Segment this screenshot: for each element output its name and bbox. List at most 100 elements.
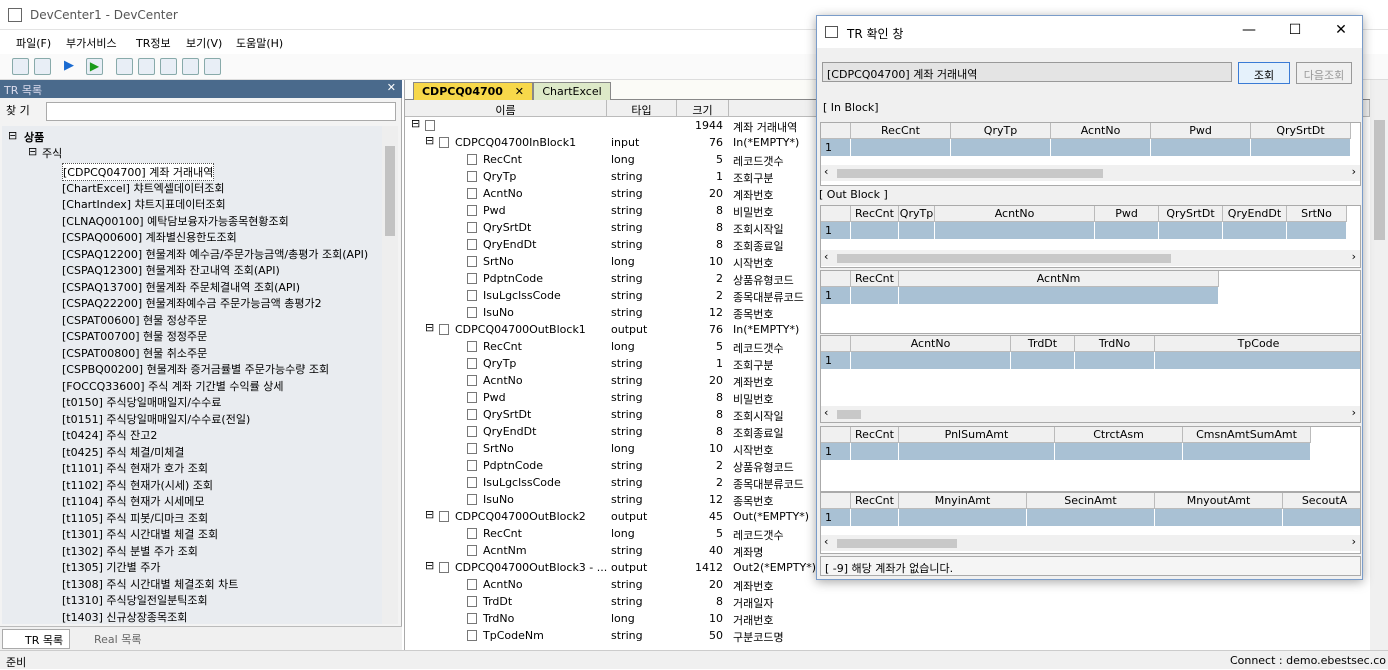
- grid-column-header[interactable]: TrdDt: [1011, 336, 1075, 352]
- grid-cell[interactable]: [1051, 139, 1151, 156]
- grid-column-header[interactable]: RecCnt: [851, 206, 899, 222]
- grid-cell[interactable]: [1223, 222, 1287, 239]
- grid-cell[interactable]: [851, 509, 899, 526]
- menu-trinfo[interactable]: TR정보: [136, 35, 171, 51]
- grid-cell[interactable]: [1283, 509, 1360, 526]
- grid-cell[interactable]: [1075, 352, 1155, 369]
- grid-column-header[interactable]: MnyoutAmt: [1155, 493, 1283, 509]
- query-button[interactable]: 조회: [1238, 62, 1290, 84]
- grid-cell[interactable]: [951, 139, 1051, 156]
- grid-cell[interactable]: [851, 352, 1011, 369]
- grid-column-header[interactable]: CmsnAmtSumAmt: [1183, 427, 1311, 443]
- grid-cell[interactable]: [1251, 139, 1351, 156]
- grid-cell[interactable]: [1155, 509, 1283, 526]
- expand-icon[interactable]: ⊟: [425, 559, 434, 572]
- grid-cell[interactable]: [1011, 352, 1075, 369]
- grid-cell[interactable]: [899, 222, 935, 239]
- maximize-icon[interactable]: ☐: [1283, 22, 1307, 42]
- tab-cdpcq04700[interactable]: CDPCQ04700 ✕: [413, 82, 533, 100]
- expand-icon[interactable]: ⊟: [425, 321, 434, 334]
- grid-column-header[interactable]: TpCode: [1155, 336, 1360, 352]
- col-type[interactable]: 타입: [607, 100, 677, 117]
- grid-column-header[interactable]: QryTp: [951, 123, 1051, 139]
- run-icon[interactable]: ▶: [86, 58, 103, 75]
- pane-close-icon[interactable]: ✕: [387, 81, 396, 94]
- expand-icon[interactable]: ⊟: [425, 508, 434, 521]
- grid-cell[interactable]: [1151, 139, 1251, 156]
- grid-cell[interactable]: [1027, 509, 1155, 526]
- grid-column-header[interactable]: RecCnt: [851, 427, 899, 443]
- col-size[interactable]: 크기: [677, 100, 729, 117]
- menu-addon[interactable]: 부가서비스: [66, 35, 117, 51]
- grid-column-header[interactable]: CtrctAsm: [1055, 427, 1183, 443]
- grid-column-header[interactable]: AcntNo: [1051, 123, 1151, 139]
- save-icon[interactable]: [34, 58, 51, 75]
- grid-cell[interactable]: [1159, 222, 1223, 239]
- grid-cell[interactable]: [1055, 443, 1183, 460]
- menu-help[interactable]: 도움말(H): [236, 35, 283, 51]
- export-icon[interactable]: [204, 58, 221, 75]
- grid-column-header[interactable]: AcntNo: [851, 336, 1011, 352]
- c-icon[interactable]: [116, 58, 133, 75]
- grid-column-header[interactable]: SecoutA: [1283, 493, 1360, 509]
- grid-column-header[interactable]: SecinAmt: [1027, 493, 1155, 509]
- play-icon[interactable]: ▶: [64, 58, 81, 75]
- cell-name: CDPCQ04700OutBlock3 - ...: [455, 561, 608, 574]
- r-icon[interactable]: [160, 58, 177, 75]
- expand-icon[interactable]: ⊟: [425, 134, 434, 147]
- paste-icon[interactable]: [182, 58, 199, 75]
- open-icon[interactable]: [12, 58, 29, 75]
- find-input[interactable]: [46, 102, 396, 121]
- tree-scrollbar[interactable]: [382, 126, 398, 624]
- grid-cell[interactable]: [1287, 222, 1347, 239]
- tab-tr-list[interactable]: TR 목록: [2, 629, 71, 649]
- grid-column-header[interactable]: RecCnt: [851, 123, 951, 139]
- grid-column-header[interactable]: QrySrtDt: [1159, 206, 1223, 222]
- table-row[interactable]: TpCodeNm string 50 구분코드명: [405, 627, 1370, 644]
- grid-column-header[interactable]: SrtNo: [1287, 206, 1347, 222]
- grid-cell[interactable]: [851, 139, 951, 156]
- menu-view[interactable]: 보기(V): [186, 35, 222, 51]
- close-icon[interactable]: ✕: [1329, 22, 1353, 42]
- table-row[interactable]: TrdDt string 8 거래일자: [405, 593, 1370, 610]
- grid-column-header[interactable]: AcntNm: [899, 271, 1219, 287]
- grid-column-header[interactable]: RecCnt: [851, 493, 899, 509]
- grid-column-header[interactable]: MnyinAmt: [899, 493, 1027, 509]
- expand-icon[interactable]: ⊟: [411, 117, 420, 130]
- grid-column-header[interactable]: Pwd: [1095, 206, 1159, 222]
- grid-column-header[interactable]: Pwd: [1151, 123, 1251, 139]
- grid-cell[interactable]: [899, 443, 1055, 460]
- grid-cell[interactable]: [899, 287, 1219, 304]
- h-scrollbar[interactable]: ‹ ›: [821, 406, 1360, 422]
- h-scrollbar[interactable]: ‹ ›: [821, 165, 1360, 181]
- col-name[interactable]: 이름: [405, 100, 607, 117]
- grid-cell[interactable]: [1155, 352, 1360, 369]
- h-scrollbar[interactable]: ‹ ›: [821, 535, 1360, 551]
- menu-file[interactable]: 파일(F): [16, 35, 51, 51]
- grid-column-header[interactable]: QryTp: [899, 206, 935, 222]
- tab-real-list[interactable]: Real 목록: [72, 629, 147, 649]
- grid-cell[interactable]: [851, 443, 899, 460]
- next-query-button[interactable]: 다음조회: [1296, 62, 1352, 84]
- minimize-icon[interactable]: —: [1237, 22, 1261, 42]
- grid-cell[interactable]: [935, 222, 1095, 239]
- grid-column-header[interactable]: AcntNo: [935, 206, 1095, 222]
- tab-close-icon[interactable]: ✕: [515, 85, 524, 98]
- tab-chartexcel[interactable]: ChartExcel: [533, 82, 611, 100]
- grid-cell[interactable]: [1183, 443, 1311, 460]
- grid-column-header[interactable]: TrdNo: [1075, 336, 1155, 352]
- copy-icon[interactable]: [138, 58, 155, 75]
- grid-column-header[interactable]: RecCnt: [851, 271, 899, 287]
- grid-column-header[interactable]: PnlSumAmt: [899, 427, 1055, 443]
- grid-cell[interactable]: [851, 287, 899, 304]
- grid-cell[interactable]: [1095, 222, 1159, 239]
- table-row[interactable]: TrdNo long 10 거래번호: [405, 610, 1370, 627]
- grid-cell[interactable]: [851, 222, 899, 239]
- cell-desc: 종목대분류코드: [733, 291, 804, 304]
- grid-scrollbar[interactable]: [1370, 80, 1388, 650]
- h-scrollbar[interactable]: ‹ ›: [821, 250, 1360, 266]
- grid-column-header[interactable]: QryEndDt: [1223, 206, 1287, 222]
- grid-column-header[interactable]: QrySrtDt: [1251, 123, 1351, 139]
- grid-cell[interactable]: [899, 509, 1027, 526]
- cell-desc: 계좌번호: [733, 376, 774, 389]
